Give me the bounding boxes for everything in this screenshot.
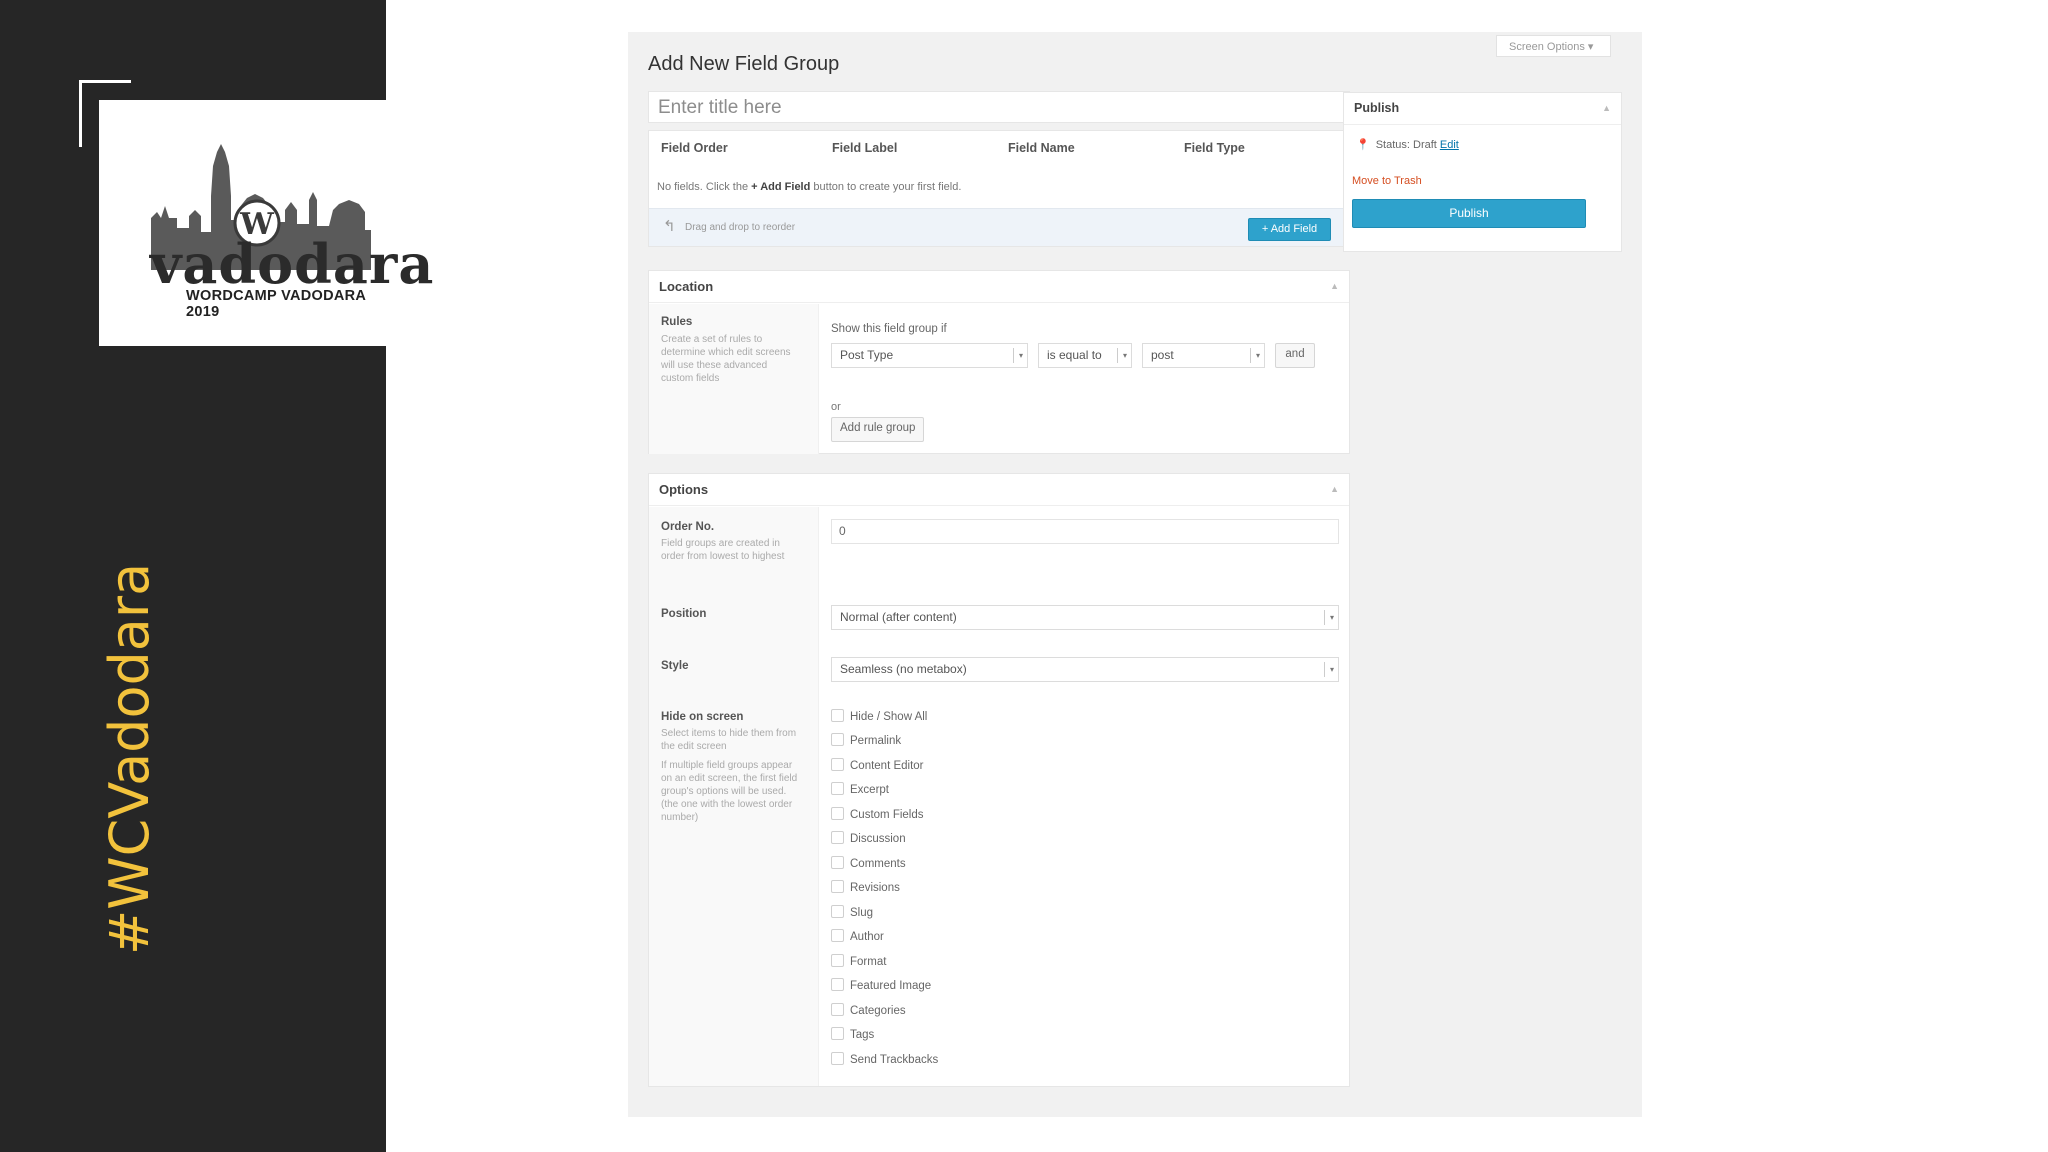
select-arrow-icon: ▾	[1324, 610, 1334, 625]
or-label: or	[831, 401, 841, 413]
checkbox[interactable]	[831, 880, 844, 893]
drag-hint: Drag and drop to reorder	[685, 222, 796, 233]
screen-options-button[interactable]: Screen Options ▾	[1496, 35, 1611, 57]
hide-option-checkbox[interactable]: Slug	[831, 905, 873, 923]
order-number-input[interactable]: 0	[831, 519, 1339, 544]
move-to-trash-link[interactable]: Move to Trash	[1352, 175, 1422, 187]
rules-label: Rules	[661, 316, 693, 328]
checkbox[interactable]	[831, 1027, 844, 1040]
column-header: Field Order	[661, 141, 728, 155]
hide-description: Select items to hide them from the edit …	[661, 728, 797, 752]
hide-description-note: If multiple field groups appear on an ed…	[661, 760, 798, 823]
hide-option-checkbox[interactable]: Categories	[831, 1003, 906, 1021]
logo-subtitle: WORDCAMP VADODARA 2019	[186, 288, 366, 320]
checkbox[interactable]	[831, 733, 844, 746]
hide-option-checkbox[interactable]: Discussion	[831, 831, 906, 849]
checkbox[interactable]	[831, 831, 844, 844]
hide-option-checkbox[interactable]: Content Editor	[831, 758, 924, 776]
position-label: Position	[661, 608, 707, 620]
hashtag-label: #WCVadodara	[98, 562, 161, 955]
checkbox[interactable]	[831, 929, 844, 942]
publish-button[interactable]: Publish	[1352, 199, 1586, 228]
status-row: 📍 Status: Draft Edit	[1356, 139, 1459, 151]
select-arrow-icon: ▾	[1117, 348, 1127, 363]
style-label: Style	[661, 660, 689, 672]
column-header: Field Type	[1184, 141, 1245, 155]
logo-wordmark: vadodara	[150, 232, 435, 296]
add-rule-group-button[interactable]: Add rule group	[831, 417, 925, 442]
checkbox[interactable]	[831, 1003, 844, 1016]
hide-option-checkbox[interactable]: Author	[831, 929, 884, 947]
location-label-column: Rules Create a set of rules to determine…	[649, 304, 819, 454]
status-edit-link[interactable]: Edit	[1440, 139, 1459, 151]
column-header: Field Label	[832, 141, 898, 155]
select-arrow-icon: ▾	[1250, 348, 1260, 363]
style-select[interactable]: Seamless (no metabox) ▾	[831, 657, 1339, 682]
checkbox[interactable]	[831, 709, 844, 722]
hide-option-checkbox[interactable]: Send Trackbacks	[831, 1052, 938, 1070]
show-if-label: Show this field group if	[831, 323, 947, 335]
hide-option-checkbox[interactable]: Format	[831, 954, 886, 972]
order-label: Order No.	[661, 521, 715, 533]
hide-option-checkbox[interactable]: Custom Fields	[831, 807, 924, 825]
hide-on-screen-label: Hide on screen	[661, 711, 744, 723]
drag-reorder-bar: ↰ Drag and drop to reorder + Add Field	[649, 208, 1349, 246]
rules-description: Create a set of rules to determine which…	[661, 334, 791, 384]
checkbox[interactable]	[831, 856, 844, 869]
fields-table: Field Order Field Label Field Name Field…	[648, 130, 1350, 247]
no-fields-message: No fields. Click the + Add Field button …	[657, 181, 962, 193]
location-metabox: Location ▲ Rules Create a set of rules t…	[648, 270, 1350, 454]
and-button[interactable]: and	[1275, 343, 1315, 368]
rule-operator-select[interactable]: is equal to ▾	[1038, 343, 1132, 368]
chevron-down-icon: ▾	[1587, 41, 1594, 53]
checkbox[interactable]	[831, 807, 844, 820]
publish-metabox: Publish ▲ 📍 Status: Draft Edit Move to Tra…	[1343, 92, 1622, 252]
hide-option-checkbox[interactable]: Hide / Show All	[831, 709, 927, 727]
options-label-column: Order No. Field groups are created in or…	[649, 507, 819, 1086]
collapse-arrow-icon[interactable]: ▲	[1602, 103, 1611, 113]
checkbox[interactable]	[831, 782, 844, 795]
checkbox[interactable]	[831, 978, 844, 991]
publish-header[interactable]: Publish ▲	[1344, 93, 1621, 125]
page-title: Add New Field Group	[648, 53, 840, 75]
collapse-arrow-icon[interactable]: ▲	[1330, 281, 1339, 291]
order-description: Field groups are created in order from l…	[661, 538, 785, 562]
hide-option-checkbox[interactable]: Permalink	[831, 733, 901, 751]
admin-screenshot: Screen Options ▾ Add New Field Group Ent…	[628, 32, 1642, 1117]
select-arrow-icon: ▾	[1013, 348, 1023, 363]
rule-param-select[interactable]: Post Type ▾	[831, 343, 1028, 368]
hide-option-checkbox[interactable]: Revisions	[831, 880, 900, 898]
slide: W vadodara WORDCAMP VADODARA 2019 #WCVad…	[0, 0, 2048, 1152]
checkbox[interactable]	[831, 905, 844, 918]
location-header[interactable]: Location ▲	[649, 271, 1349, 303]
checkbox[interactable]	[831, 954, 844, 967]
hide-option-checkbox[interactable]: Excerpt	[831, 782, 889, 800]
add-field-button[interactable]: + Add Field	[1248, 218, 1331, 241]
branding-sidebar: W vadodara WORDCAMP VADODARA 2019 #WCVad…	[0, 0, 433, 1152]
column-header: Field Name	[1008, 141, 1075, 155]
options-metabox: Options ▲ Order No. Field groups are cre…	[648, 473, 1350, 1087]
select-arrow-icon: ▾	[1324, 662, 1334, 677]
rule-value-select[interactable]: post ▾	[1142, 343, 1265, 368]
hide-option-checkbox[interactable]: Comments	[831, 856, 906, 874]
pin-icon: 📍	[1356, 139, 1370, 151]
collapse-arrow-icon[interactable]: ▲	[1330, 484, 1339, 494]
options-header[interactable]: Options ▲	[649, 474, 1349, 506]
checkbox[interactable]	[831, 1052, 844, 1065]
hide-option-checkbox[interactable]: Tags	[831, 1027, 874, 1045]
drag-arrow-icon: ↰	[663, 218, 676, 235]
status-value: Draft	[1413, 139, 1437, 151]
title-input[interactable]: Enter title here	[648, 91, 1350, 123]
wordcamp-logo: W vadodara WORDCAMP VADODARA 2019	[99, 100, 433, 346]
checkbox[interactable]	[831, 758, 844, 771]
hide-option-checkbox[interactable]: Featured Image	[831, 978, 931, 996]
position-select[interactable]: Normal (after content) ▾	[831, 605, 1339, 630]
